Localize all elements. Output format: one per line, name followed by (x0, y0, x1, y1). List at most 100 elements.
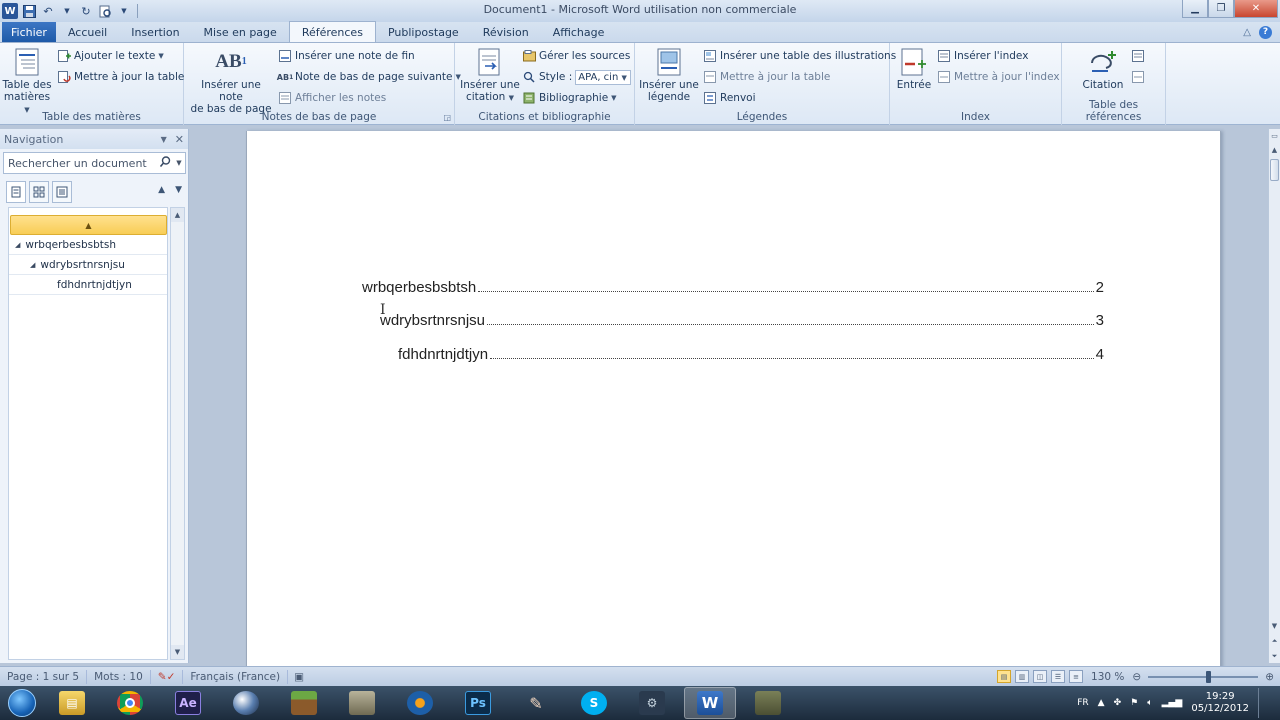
bibliography-button[interactable]: Bibliographie ▼ (522, 90, 617, 106)
navigation-search-box[interactable]: Rechercher un document ▼ (3, 152, 186, 174)
close-icon[interactable]: ✕ (1234, 0, 1278, 18)
ruler-toggle-icon[interactable]: ▭ (1269, 129, 1280, 143)
show-notes-button[interactable]: Afficher les notes (278, 90, 386, 106)
taskbar-skype[interactable]: S (568, 687, 620, 719)
scroll-up-icon[interactable]: ▲ (171, 208, 184, 222)
document-vertical-scrollbar[interactable]: ▭ ▲ ▼ ⏶ ⏷ (1268, 129, 1280, 663)
print-preview-icon[interactable] (97, 3, 113, 19)
maximize-icon[interactable]: ❐ (1208, 0, 1234, 18)
taskbar-app-folder[interactable] (336, 687, 388, 719)
update-index-button[interactable]: Mettre à jour l'index (937, 69, 1060, 85)
navigation-scrollbar[interactable]: ▲ ▼ (170, 207, 185, 660)
tray-expand-icon[interactable]: ▲ (1098, 698, 1105, 708)
update-toc-button[interactable]: Mettre à jour la table (57, 69, 184, 85)
flag-icon[interactable]: ⚑ (1130, 698, 1138, 708)
tab-page-layout[interactable]: Mise en page (192, 22, 289, 42)
start-button[interactable] (4, 686, 40, 720)
reading-view-icon[interactable]: ▥ (1015, 670, 1030, 683)
tab-review[interactable]: Révision (471, 22, 541, 42)
toc-entry-3[interactable]: fdhdnrtnjdtjyn 4 (398, 346, 1104, 363)
pages-view-icon[interactable] (29, 181, 49, 203)
nav-heading-2[interactable]: ◢ wdrybsrtnrsnjsu (9, 255, 167, 275)
volume-icon[interactable]: 🔈︎ (1147, 698, 1152, 708)
next-footnote-button[interactable]: AB 1 Note de bas de page suivante ▼ (277, 69, 461, 85)
document-page[interactable]: wrbqerbesbsbtsh 2 wdrybsrtnrsnjsu 3 fdhd… (246, 131, 1221, 671)
tab-view[interactable]: Affichage (541, 22, 617, 42)
taskbar-after-effects[interactable]: Ae (162, 687, 214, 719)
previous-heading-icon[interactable]: ▲ (158, 185, 165, 195)
taskbar-tool[interactable] (742, 687, 794, 719)
search-options-icon[interactable]: ▼ (173, 159, 185, 167)
taskbar-steam[interactable]: ⚙ (626, 687, 678, 719)
minimize-icon[interactable]: ▁ (1182, 0, 1208, 18)
taskbar-minecraft[interactable] (278, 687, 330, 719)
save-icon[interactable] (21, 3, 37, 19)
outline-view-icon[interactable]: ☰ (1051, 670, 1066, 683)
next-heading-icon[interactable]: ▼ (175, 185, 182, 195)
taskbar-cinema4d[interactable] (220, 687, 272, 719)
scroll-down-icon[interactable]: ▼ (171, 645, 184, 659)
scroll-down-icon[interactable]: ▼ (1269, 619, 1280, 633)
update-authorities-table-icon[interactable] (1132, 69, 1145, 85)
results-view-icon[interactable] (52, 181, 72, 203)
tab-insert[interactable]: Insertion (119, 22, 191, 42)
input-language[interactable]: FR (1077, 698, 1088, 708)
tab-mailings[interactable]: Publipostage (376, 22, 471, 42)
tab-home[interactable]: Accueil (56, 22, 119, 42)
update-figures-table-button[interactable]: Mettre à jour la table (703, 69, 830, 85)
print-layout-view-icon[interactable]: ▤ (997, 670, 1012, 683)
toc-entry-1[interactable]: wrbqerbesbsbtsh 2 (362, 279, 1104, 296)
redo-icon[interactable]: ↻ (78, 3, 94, 19)
add-text-button[interactable]: Ajouter le texte ▼ (57, 48, 164, 64)
minimize-ribbon-icon[interactable]: △ (1243, 27, 1251, 38)
manage-sources-button[interactable]: Gérer les sources (522, 48, 630, 64)
close-pane-icon[interactable]: ✕ (175, 133, 184, 146)
expand-triangle-icon[interactable]: ◢ (30, 261, 35, 269)
toc-entry-2[interactable]: wdrybsrtnrsnjsu 3 (380, 312, 1104, 329)
insert-endnote-button[interactable]: Insérer une note de fin (278, 48, 415, 64)
nav-heading-1[interactable]: ◢ wrbqerbesbsbtsh (9, 235, 167, 255)
taskbar-media[interactable] (394, 687, 446, 719)
taskbar-chrome[interactable] (104, 687, 156, 719)
mark-entry-button[interactable]: Entrée (894, 47, 934, 91)
taskbar-explorer[interactable]: ▤ (46, 687, 98, 719)
chevron-down-icon[interactable]: ▼ (59, 3, 75, 19)
scroll-thumb[interactable] (1270, 159, 1279, 181)
nav-heading-3[interactable]: fdhdnrtnjdtjyn (9, 275, 167, 295)
zoom-in-icon[interactable]: ⊕ (1265, 671, 1274, 683)
previous-page-icon[interactable]: ⏶ (1269, 634, 1280, 648)
macro-record-icon[interactable]: ▣ (288, 671, 310, 683)
zoom-out-icon[interactable]: ⊖ (1132, 671, 1141, 683)
wifi-icon[interactable]: ▂▄▆ (1162, 698, 1183, 708)
insert-footnote-button[interactable]: AB 1 Insérer une note de bas de page (188, 47, 274, 115)
zoom-slider-handle[interactable] (1206, 670, 1212, 683)
scroll-up-icon[interactable]: ▲ (1269, 143, 1280, 157)
style-combo[interactable]: APA, cin ▼ (575, 69, 632, 85)
headings-view-icon[interactable] (6, 181, 26, 203)
search-icon[interactable] (157, 156, 173, 170)
show-desktop-button[interactable] (1258, 688, 1268, 718)
pane-options-icon[interactable]: ▼ (161, 135, 167, 144)
cross-reference-button[interactable]: Renvoi (703, 90, 756, 106)
tab-references[interactable]: Références (288, 21, 376, 42)
insert-caption-button[interactable]: Insérer une légende (639, 47, 699, 103)
toc-button[interactable]: Table des matières ▼ (2, 47, 52, 116)
insert-citation-button[interactable]: Insérer une citation ▼ (460, 47, 520, 104)
draft-view-icon[interactable]: ≡ (1069, 670, 1084, 683)
spelling-check-icon[interactable]: ✎✓ (151, 669, 184, 684)
taskbar-word[interactable]: W (684, 687, 736, 719)
web-layout-view-icon[interactable]: ◫ (1033, 670, 1048, 683)
zoom-level[interactable]: 130 % (1091, 671, 1124, 683)
taskbar-paint-tool[interactable]: ✎ (510, 687, 562, 719)
zoom-slider[interactable] (1148, 670, 1259, 683)
undo-icon[interactable]: ↶ (40, 3, 56, 19)
insert-authorities-table-icon[interactable] (1132, 48, 1145, 64)
status-page[interactable]: Page : 1 sur 5 (0, 669, 88, 684)
help-icon[interactable]: ? (1259, 25, 1272, 39)
status-words[interactable]: Mots : 10 (87, 669, 151, 684)
taskbar-photoshop[interactable]: Ps (452, 687, 504, 719)
next-page-icon[interactable]: ⏷ (1269, 649, 1280, 663)
tab-file[interactable]: Fichier (2, 22, 56, 42)
expand-triangle-icon[interactable]: ◢ (15, 241, 20, 249)
word-logo-icon[interactable]: W (2, 3, 18, 19)
